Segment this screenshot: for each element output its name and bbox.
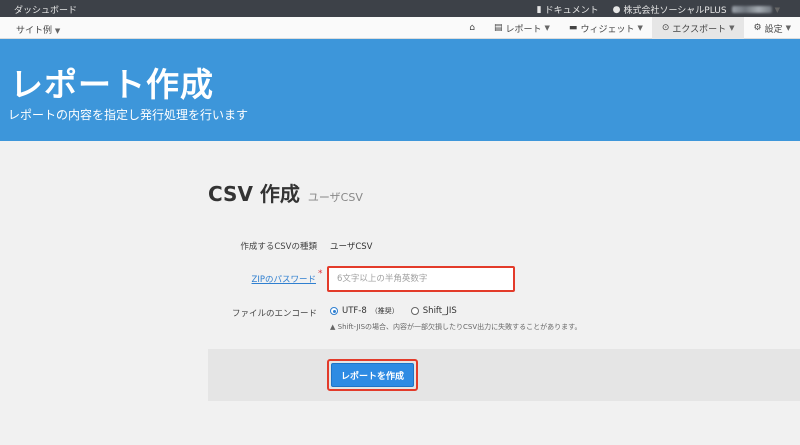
form-actions	[208, 349, 800, 401]
hero-title: レポート作成	[10, 65, 214, 104]
export-icon: ⊙	[661, 23, 670, 33]
nav-widget[interactable]: ▬ ウィジェット ▼	[559, 17, 652, 39]
top-bar: ダッシュボード ▮ ドキュメント ● 株式会社ソーシャルPLUS ▼	[0, 0, 800, 17]
main-navbar: サイト例 ▼ ⌂ ▤ レポート ▼ ▬ ウィジェット ▼ ⊙ エクスポート ▼ …	[0, 17, 800, 39]
dashboard-link[interactable]: ダッシュボード	[14, 3, 77, 16]
encoding-sjis-radio[interactable]: Shift_JIS	[410, 306, 457, 316]
nav-report[interactable]: ▤ レポート ▼	[484, 17, 559, 39]
nav-settings[interactable]: ⚙ 設定 ▼	[744, 17, 800, 39]
submit-highlight: レポートを作成	[327, 359, 418, 391]
radio-checked-icon	[330, 307, 338, 315]
hero-banner: レポート作成 レポートの内容を指定し発行処理を行います	[0, 39, 800, 141]
chevron-down-icon: ▼	[785, 24, 791, 32]
zip-password-label[interactable]: ZIPのパスワード	[225, 273, 316, 285]
encoding-label: ファイルのエンコード	[231, 309, 317, 319]
nav-export[interactable]: ⊙ エクスポート ▼	[651, 17, 744, 39]
gear-icon: ⚙	[753, 23, 762, 33]
user-icon: ●	[612, 4, 621, 15]
type-value: ユーザCSV	[330, 242, 373, 252]
encoding-radio-group: UTF-8 （推奨） Shift_JIS	[330, 306, 457, 316]
page-title: CSV 作成 ユーザCSV	[208, 182, 363, 206]
chevron-down-icon: ▼	[637, 24, 643, 32]
chevron-down-icon: ▼	[774, 5, 780, 14]
hero-subtitle: レポートの内容を指定し発行処理を行います	[8, 108, 249, 122]
site-selector[interactable]: サイト例 ▼	[16, 23, 60, 36]
briefcase-icon: ▬	[568, 23, 578, 33]
chart-icon: ▤	[494, 23, 503, 33]
nav-home[interactable]: ⌂	[459, 17, 484, 39]
encoding-note: ▲ Shift-JISの場合、内容が一部欠損したりCSV出力に失敗することがあり…	[330, 323, 582, 331]
blurred-name	[731, 6, 772, 13]
type-label: 作成するCSVの種類	[240, 242, 317, 252]
create-report-button[interactable]: レポートを作成	[331, 363, 414, 387]
chevron-down-icon: ▼	[729, 24, 735, 32]
radio-unchecked-icon	[410, 307, 419, 315]
account-menu[interactable]: ● 株式会社ソーシャルPLUS ▼	[612, 3, 780, 17]
home-icon: ⌂	[469, 23, 475, 33]
docs-link[interactable]: ▮ ドキュメント	[536, 3, 599, 17]
warning-icon: ▲	[330, 323, 336, 331]
page-subtitle: ユーザCSV	[307, 191, 363, 204]
chevron-down-icon: ▼	[54, 27, 61, 35]
required-mark: *	[318, 269, 323, 279]
book-icon: ▮	[536, 4, 542, 15]
encoding-utf8-radio[interactable]: UTF-8 （推奨）	[330, 306, 399, 316]
zip-password-input[interactable]	[327, 266, 515, 292]
chevron-down-icon: ▼	[544, 24, 550, 32]
